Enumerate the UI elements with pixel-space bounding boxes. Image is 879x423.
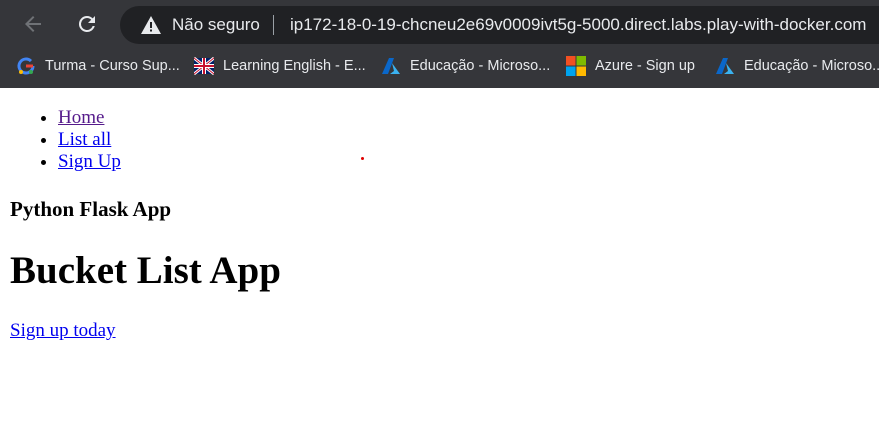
google-classroom-icon: [16, 56, 36, 76]
bookmark-learning-english[interactable]: Learning English - E...: [193, 50, 366, 82]
warning-icon[interactable]: [141, 16, 161, 34]
sign-up-today-link[interactable]: Sign up today: [10, 319, 116, 343]
nav-link-home[interactable]: Home: [58, 107, 104, 128]
nav-item-list-all: List all: [58, 129, 121, 151]
azure-icon: [715, 56, 735, 76]
bookmark-azure-sign-up[interactable]: Azure - Sign up: [566, 50, 695, 82]
back-button[interactable]: [19, 10, 47, 38]
bookmark-label: Educação - Microso...: [410, 58, 551, 74]
url-text[interactable]: ip172-18-0-19-chcneu2e69v0009ivt5g-5000.…: [290, 15, 866, 35]
browser-toolbar: Não seguro ip172-18-0-19-chcneu2e69v0009…: [0, 0, 879, 50]
site-nav: Home List all Sign Up: [58, 107, 121, 173]
nav-link-list-all[interactable]: List all: [58, 129, 111, 150]
reload-button[interactable]: [73, 10, 101, 38]
microsoft-icon: [566, 56, 586, 76]
bookmark-label: Turma - Curso Sup...: [45, 58, 180, 74]
bookmark-label: Educação - Microso...: [744, 58, 879, 74]
security-status-label[interactable]: Não seguro: [172, 15, 260, 35]
azure-icon: [381, 56, 401, 76]
address-bar[interactable]: Não seguro ip172-18-0-19-chcneu2e69v0009…: [120, 6, 879, 44]
address-bar-divider: [273, 15, 274, 35]
bookmark-educacao-microsoft-2[interactable]: Educação - Microso...: [715, 50, 879, 82]
browser-chrome: Não seguro ip172-18-0-19-chcneu2e69v0009…: [0, 0, 879, 88]
nav-item-sign-up: Sign Up: [58, 151, 121, 173]
nav-item-home: Home: [58, 107, 121, 129]
bookmark-label: Learning English - E...: [223, 58, 366, 74]
page-title: Bucket List App: [10, 249, 281, 292]
bookmarks-bar: Turma - Curso Sup... Learning English - …: [0, 50, 879, 88]
nav-link-sign-up[interactable]: Sign Up: [58, 151, 121, 172]
reload-icon: [78, 15, 95, 32]
bookmark-label: Azure - Sign up: [595, 58, 695, 74]
bookmark-educacao-microsoft[interactable]: Educação - Microso...: [381, 50, 550, 82]
bookmark-turma[interactable]: Turma - Curso Sup...: [16, 50, 180, 82]
site-tagline: Python Flask App: [10, 197, 172, 221]
page-content: Home List all Sign Up Python Flask App B…: [0, 88, 879, 423]
cursor-dot: [361, 157, 364, 160]
uk-flag-icon: [193, 56, 215, 76]
back-arrow-icon: [25, 16, 41, 32]
